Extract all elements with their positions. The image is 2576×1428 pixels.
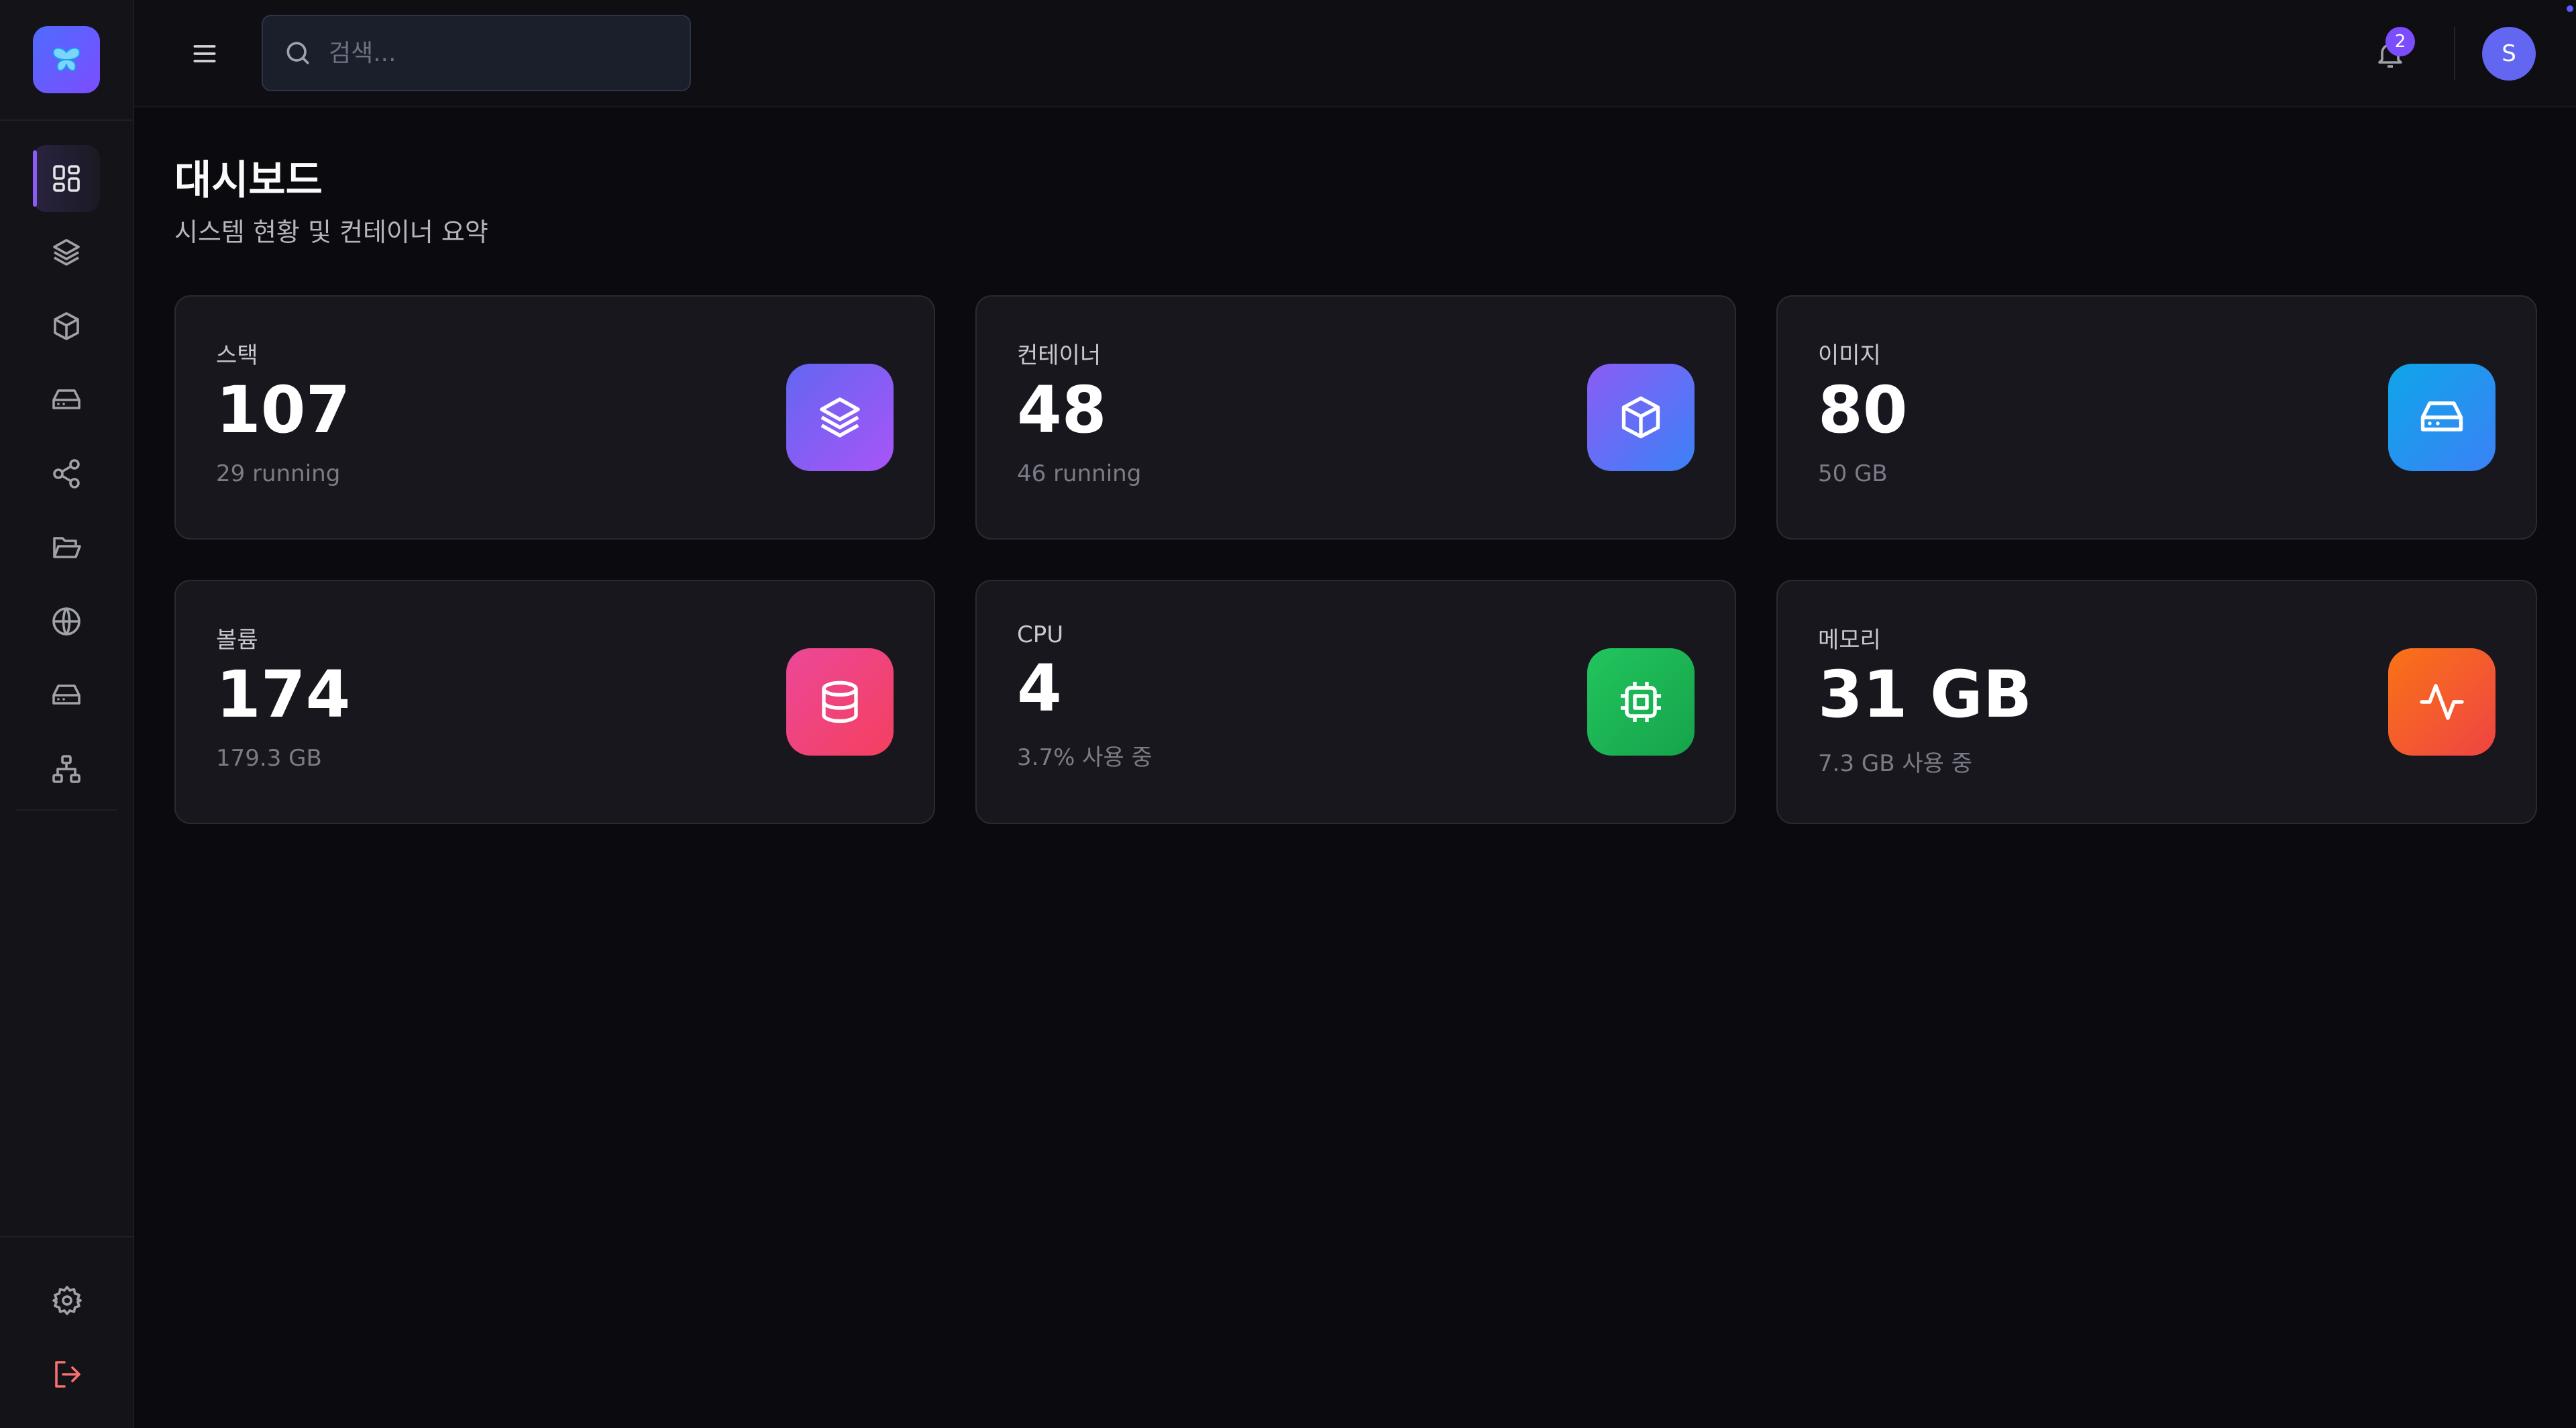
layers-icon — [50, 236, 83, 268]
stat-card-images[interactable]: 이미지 80 50 GB — [1776, 295, 2537, 540]
sidebar-item-stacks[interactable] — [33, 219, 100, 286]
gear-icon — [51, 1284, 83, 1317]
database-icon — [786, 648, 894, 756]
sidebar-item-cluster[interactable] — [33, 735, 100, 803]
stat-card-containers[interactable]: 컨테이너 48 46 running — [975, 295, 1736, 540]
box-icon — [50, 310, 83, 342]
status-dot — [2567, 5, 2573, 12]
stat-card-cpu[interactable]: CPU 4 3.7% 사용 중 — [975, 580, 1736, 824]
app-window: 2 S 대시보드 시스템 현황 및 컨테이너 요약 스택 107 29 runn… — [0, 0, 2576, 1428]
notifications-button[interactable]: 2 — [2365, 27, 2415, 79]
notification-badge: 2 — [2385, 27, 2415, 56]
page-subtitle: 시스템 현황 및 컨테이너 요약 — [174, 217, 488, 247]
network-icon — [50, 753, 83, 785]
topbar: 2 S — [134, 0, 2576, 107]
page-title: 대시보드 — [174, 157, 323, 204]
search-icon — [283, 38, 313, 68]
stat-card-memory[interactable]: 메모리 31 GB 7.3 GB 사용 중 — [1776, 580, 2537, 824]
sidebar-item-web[interactable] — [33, 588, 100, 655]
main-content: 대시보드 시스템 현황 및 컨테이너 요약 스택 107 29 running … — [174, 107, 2537, 824]
hamburger-menu-icon — [190, 39, 219, 68]
stat-card-stacks[interactable]: 스택 107 29 running — [174, 295, 935, 540]
sidebar-item-containers[interactable] — [33, 293, 100, 360]
search-box[interactable] — [262, 15, 691, 91]
dashboard-icon — [50, 162, 83, 195]
sidebar-bottom — [0, 1236, 134, 1428]
card-label: CPU — [1017, 621, 1064, 648]
sidebar-item-storage[interactable] — [33, 662, 100, 729]
sidebar-divider — [16, 809, 117, 811]
layers-icon — [786, 364, 894, 471]
hard-drive-icon — [50, 384, 83, 416]
folder-open-icon — [50, 531, 83, 564]
sidebar-item-settings[interactable] — [34, 1267, 101, 1334]
sidebar-nav — [0, 121, 133, 811]
hard-drive-icon — [2388, 364, 2496, 471]
sidebar-item-images[interactable] — [33, 366, 100, 434]
globe-icon — [50, 605, 83, 638]
cpu-icon — [1587, 648, 1695, 756]
share-icon — [50, 458, 83, 490]
sidebar — [0, 0, 134, 1428]
sidebar-item-networks[interactable] — [33, 440, 100, 507]
search-input[interactable] — [327, 38, 663, 68]
sidebar-item-dashboard[interactable] — [33, 145, 100, 212]
sidebar-item-files[interactable] — [33, 514, 100, 581]
stats-grid: 스택 107 29 running 컨테이너 48 46 running 이미지… — [174, 295, 2537, 824]
logo-area — [0, 0, 133, 121]
box-icon — [1587, 364, 1695, 471]
sidebar-item-logout[interactable] — [34, 1341, 101, 1408]
hard-drive-icon — [50, 679, 83, 711]
stat-card-volumes[interactable]: 볼륨 174 179.3 GB — [174, 580, 935, 824]
logo-butterfly-icon[interactable] — [33, 26, 100, 93]
activity-icon — [2388, 648, 2496, 756]
menu-toggle-button[interactable] — [184, 34, 225, 74]
topbar-divider — [2454, 27, 2455, 81]
logout-icon — [51, 1358, 83, 1390]
user-avatar[interactable]: S — [2482, 27, 2536, 81]
